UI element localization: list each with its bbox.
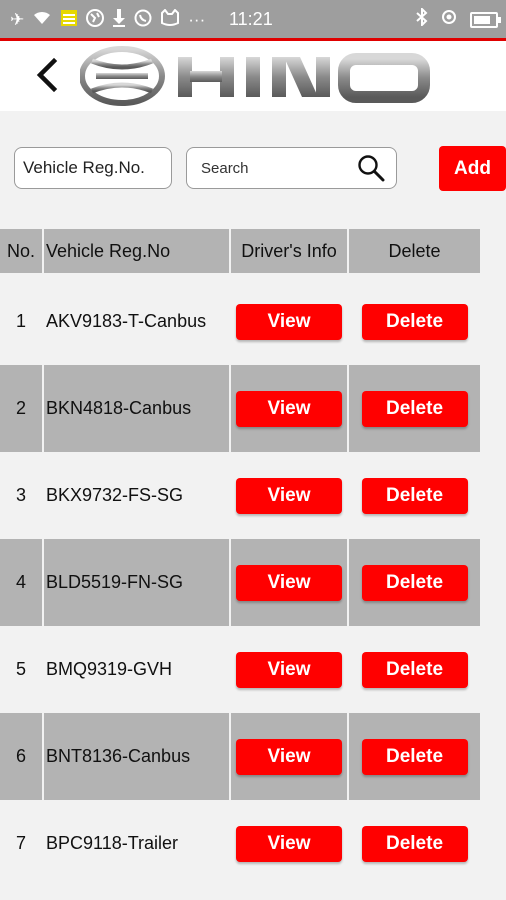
row-number: 7 — [15, 833, 26, 853]
hino-logo — [80, 46, 430, 106]
status-icons-left: ✈ ··· — [0, 7, 206, 30]
row-number: 5 — [15, 659, 26, 679]
view-driver-button[interactable]: View — [236, 303, 342, 340]
col-header-driver-info: Driver's Info — [231, 229, 347, 273]
chevron-left-icon — [36, 57, 58, 93]
search-placeholder: Search — [201, 159, 249, 177]
row-number: 2 — [0, 365, 42, 452]
globe-icon — [86, 8, 105, 30]
reg-no-select[interactable]: Vehicle Reg.No. — [14, 147, 172, 189]
view-driver-button[interactable]: View — [236, 825, 342, 862]
view-driver-button[interactable]: View — [236, 564, 342, 601]
vehicle-reg-no: BKN4818-Canbus — [44, 365, 229, 452]
search-input[interactable]: Search — [186, 147, 397, 189]
vehicle-reg-no: BKX9732-FS-SG — [46, 485, 184, 505]
table-row: 4 BLD5519-FN-SG View Delete — [0, 539, 480, 626]
table-row: 1 AKV9183-T-Canbus View Delete — [0, 278, 480, 365]
battery-icon — [470, 11, 501, 28]
delete-vehicle-button[interactable]: Delete — [361, 651, 468, 688]
row-number: 6 — [0, 713, 42, 800]
col-header-delete: Delete — [349, 229, 480, 273]
delete-vehicle-button[interactable]: Delete — [361, 738, 468, 775]
notes-icon — [60, 9, 78, 30]
vehicle-reg-no: BLD5519-FN-SG — [44, 539, 229, 626]
vehicle-reg-no: BPC9118-Trailer — [46, 833, 179, 853]
cat-icon — [160, 7, 180, 30]
status-bar: ✈ ··· 11:21 — [0, 0, 506, 38]
download-icon — [112, 8, 126, 30]
bluetooth-icon — [416, 6, 428, 31]
more-icon: ··· — [188, 9, 206, 29]
table-row: 6 BNT8136-Canbus View Delete — [0, 713, 480, 800]
airplane-icon: ✈ — [10, 9, 25, 29]
table-row: 5 BMQ9319-GVH View Delete — [0, 626, 480, 713]
table-row: 2 BKN4818-Canbus View Delete — [0, 365, 480, 452]
table-header: No. Vehicle Reg.No Driver's Info Delete — [0, 229, 480, 273]
col-header-reg: Vehicle Reg.No — [44, 229, 229, 273]
search-icon[interactable] — [356, 153, 386, 183]
row-number: 3 — [15, 485, 26, 505]
vehicle-reg-no: BMQ9319-GVH — [46, 659, 173, 679]
vehicle-reg-no: AKV9183-T-Canbus — [46, 311, 207, 331]
row-number: 4 — [0, 539, 42, 626]
app-header — [0, 41, 506, 111]
table-row: 7 BPC9118-Trailer View Delete — [0, 800, 480, 887]
view-driver-button[interactable]: View — [236, 651, 342, 688]
whatsapp-icon — [134, 9, 152, 30]
vehicle-reg-no: BNT8136-Canbus — [44, 713, 229, 800]
delete-vehicle-button[interactable]: Delete — [361, 390, 468, 427]
delete-vehicle-button[interactable]: Delete — [361, 564, 468, 601]
delete-vehicle-button[interactable]: Delete — [361, 303, 468, 340]
status-icons-right — [416, 6, 501, 31]
add-button[interactable]: Add — [439, 146, 506, 191]
row-number: 1 — [15, 311, 26, 331]
view-driver-button[interactable]: View — [236, 477, 342, 514]
back-button[interactable] — [26, 51, 66, 99]
wifi-icon — [32, 10, 52, 29]
view-driver-button[interactable]: View — [236, 738, 342, 775]
status-time: 11:21 — [229, 9, 273, 29]
delete-vehicle-button[interactable]: Delete — [361, 477, 468, 514]
view-driver-button[interactable]: View — [236, 390, 342, 427]
table-row: 3 BKX9732-FS-SG View Delete — [0, 452, 480, 539]
delete-vehicle-button[interactable]: Delete — [361, 825, 468, 862]
target-icon — [440, 8, 458, 31]
col-header-no: No. — [0, 229, 42, 273]
